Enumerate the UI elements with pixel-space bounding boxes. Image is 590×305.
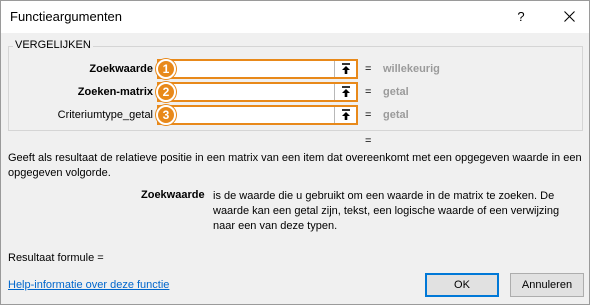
step-badge-2: 2: [156, 82, 176, 102]
argument-help-name: Zoekwaarde: [141, 189, 205, 201]
step-badge-3: 3: [156, 105, 176, 125]
dialog-title: Functieargumenten: [10, 9, 123, 24]
help-button[interactable]: ?: [509, 5, 533, 29]
ok-button[interactable]: OK: [425, 273, 499, 297]
argument-label-zoekwaarde: Zoekwaarde: [89, 63, 153, 75]
formula-result-label: Resultaat formule =: [8, 252, 104, 264]
equals-sign: =: [365, 63, 372, 75]
zoekwaarde-input[interactable]: [159, 61, 333, 77]
collapse-dialog-button[interactable]: [334, 107, 356, 123]
argument-value-hint: willekeurig: [383, 63, 440, 75]
collapse-dialog-button[interactable]: [334, 84, 356, 100]
argument-label-zoeken-matrix: Zoeken-matrix: [77, 86, 153, 98]
equals-sign: =: [365, 109, 372, 121]
collapse-arrow-icon: [341, 86, 350, 97]
step-badge-1: 1: [156, 59, 176, 79]
collapse-arrow-icon: [341, 63, 350, 74]
close-icon: [563, 11, 575, 22]
help-link[interactable]: Help-informatie over deze functie: [8, 279, 169, 291]
argument-value-hint: getal: [383, 86, 409, 98]
criteriumtype-getal-input[interactable]: [159, 107, 333, 123]
argument-value-hint: getal: [383, 109, 409, 121]
group-legend: VERGELIJKEN: [13, 39, 93, 51]
zoeken-matrix-field[interactable]: [157, 82, 358, 102]
cancel-button[interactable]: Annuleren: [510, 273, 584, 297]
title-bar: Functieargumenten ?: [1, 1, 589, 33]
zoekwaarde-field[interactable]: [157, 59, 358, 79]
function-arguments-dialog: Functieargumenten ? VERGELIJKEN Zoekwaar…: [0, 0, 590, 305]
zoeken-matrix-input[interactable]: [159, 84, 333, 100]
close-button[interactable]: [557, 5, 581, 29]
argument-label-criteriumtype-getal: Criteriumtype_getal: [57, 109, 153, 121]
collapse-dialog-button[interactable]: [334, 61, 356, 77]
criteriumtype-getal-field[interactable]: [157, 105, 358, 125]
argument-help-text: is de waarde die u gebruikt om een waard…: [213, 190, 560, 232]
collapse-arrow-icon: [341, 109, 350, 120]
function-result-equals: =: [365, 135, 372, 147]
equals-sign: =: [365, 86, 372, 98]
function-description: Geeft als resultaat de relatieve positie…: [8, 152, 582, 179]
